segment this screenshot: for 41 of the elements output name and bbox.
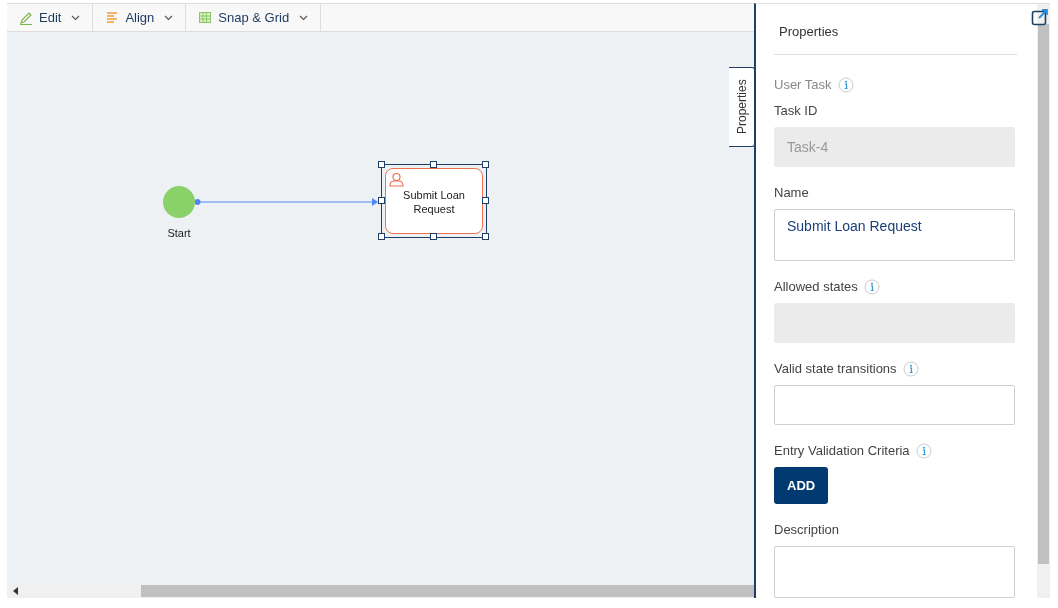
info-icon[interactable] xyxy=(837,76,854,93)
node-label: Start xyxy=(167,226,191,241)
resize-handle[interactable] xyxy=(378,233,385,240)
start-event-circle[interactable] xyxy=(163,186,195,218)
resize-handle[interactable] xyxy=(430,233,437,240)
panel-title: Properties xyxy=(774,16,1017,55)
field-label: Description xyxy=(774,521,840,540)
caret-icon xyxy=(164,14,174,21)
section-title: User Task xyxy=(774,75,832,94)
horizontal-scrollbar[interactable] xyxy=(7,584,754,598)
vertical-scrollbar[interactable] xyxy=(1037,4,1050,598)
grid-icon xyxy=(198,10,213,25)
resize-handle[interactable] xyxy=(482,197,489,204)
toolbar-menu-button[interactable]: Snap & Grid xyxy=(186,4,322,31)
pencil-icon xyxy=(19,10,33,25)
scroll-left-icon[interactable] xyxy=(11,586,21,596)
user-task-node[interactable]: Submit Loan Request xyxy=(381,164,487,238)
task-label: Submit Loan Request xyxy=(402,188,466,216)
resize-handle[interactable] xyxy=(430,161,437,168)
toolbar-menu-button[interactable]: Align xyxy=(93,4,187,31)
resize-handle[interactable] xyxy=(482,161,489,168)
text-area[interactable]: Submit Loan Request xyxy=(774,208,1015,261)
properties-tab[interactable]: Properties xyxy=(729,67,755,147)
caret-icon xyxy=(71,14,81,21)
toolbar-menu-button[interactable]: Edit xyxy=(7,4,94,31)
resize-handle[interactable] xyxy=(378,161,385,168)
field-label: Name xyxy=(774,183,809,202)
field-label: Valid state transitions xyxy=(774,359,897,378)
caret-icon xyxy=(299,14,309,21)
input-field[interactable] xyxy=(774,384,1015,425)
info-icon[interactable] xyxy=(915,442,932,459)
field-label: Allowed states xyxy=(774,277,858,296)
field-label: Task ID xyxy=(774,101,818,120)
user-icon xyxy=(389,172,404,187)
popout-icon[interactable] xyxy=(1031,8,1049,26)
field-label: Entry Validation Criteria xyxy=(774,441,910,460)
resize-handle[interactable] xyxy=(378,197,385,204)
add-button[interactable]: ADD xyxy=(774,466,829,504)
info-icon[interactable] xyxy=(902,360,919,377)
align-lines-icon xyxy=(105,10,120,25)
resize-handle[interactable] xyxy=(482,233,489,240)
